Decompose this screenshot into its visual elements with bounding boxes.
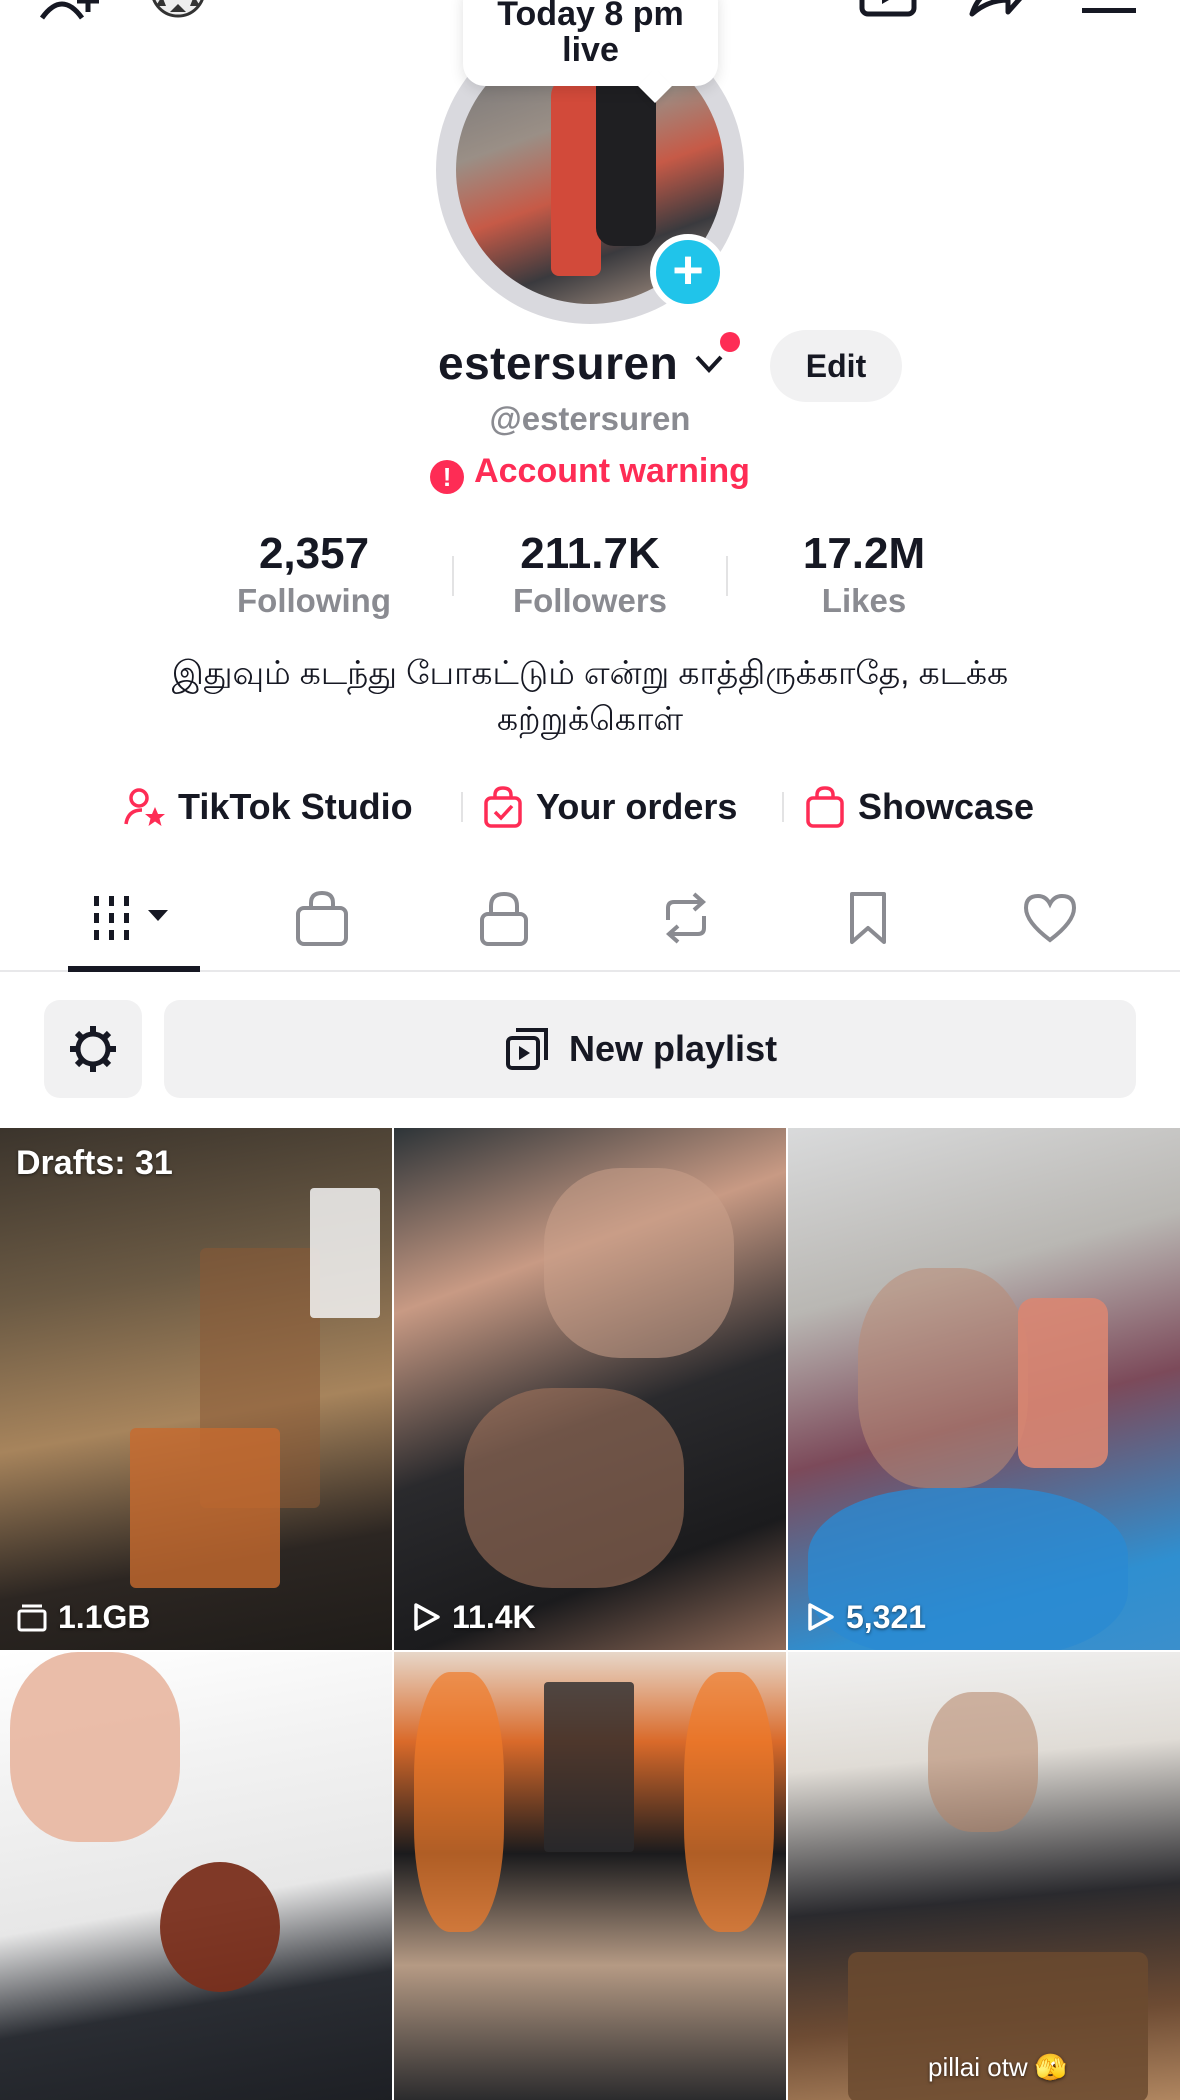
drafts-tile[interactable]: Drafts: 31 1.1GB <box>0 1128 392 1650</box>
bio-text[interactable]: இதுவும் கடந்து போகட்டும் என்று காத்திருக… <box>100 650 1080 742</box>
bag-icon <box>296 890 348 946</box>
video-tile[interactable] <box>394 1652 786 2100</box>
tiktok-studio-label: TikTok Studio <box>178 786 413 827</box>
likes-label: Likes <box>821 582 907 619</box>
video-caption-overlay: pillai otw 🫣 <box>928 2052 1068 2082</box>
live-bubble-line2: live <box>562 31 619 69</box>
lock-icon <box>480 891 528 946</box>
user-star-icon <box>124 788 165 826</box>
showcase-link[interactable]: Showcase <box>804 780 1094 834</box>
drafts-size-value: 1.1GB <box>58 1599 151 1635</box>
tab-shop[interactable] <box>252 880 382 972</box>
repost-icon <box>665 892 707 944</box>
account-warning-link[interactable]: ! Account warning <box>0 452 1180 494</box>
tiktok-studio-link[interactable]: TikTok Studio <box>124 780 444 834</box>
view-count-value: 5,321 <box>846 1599 927 1635</box>
bookmark-icon <box>850 892 886 944</box>
stat-likes[interactable]: 17.2M Likes <box>734 528 994 622</box>
shopping-bag-icon <box>806 786 844 828</box>
your-orders-link[interactable]: Your orders <box>482 780 782 834</box>
link-divider <box>461 792 463 822</box>
add-friend-icon[interactable] <box>39 0 100 20</box>
drafts-icon <box>17 1604 47 1632</box>
tab-reposts[interactable] <box>616 880 746 972</box>
shopping-bag-check-icon <box>484 786 522 828</box>
profile-links: TikTok Studio Your orders Showcase <box>0 780 1180 834</box>
warning-icon: ! <box>430 460 465 494</box>
following-count: 2,357 <box>258 529 370 578</box>
view-count: 5,321 <box>804 1599 926 1636</box>
video-tile[interactable] <box>0 1652 392 2100</box>
video-tile[interactable]: pillai otw 🫣 <box>788 1652 1180 2100</box>
soccer-ball-icon[interactable] <box>148 0 208 20</box>
playlist-icon <box>506 1028 548 1070</box>
grid-icon <box>94 896 168 940</box>
live-schedule-bubble[interactable]: Today 8 pm live <box>463 0 718 86</box>
video-tile[interactable]: 11.4K <box>394 1128 786 1650</box>
menu-icon[interactable] <box>1080 0 1140 20</box>
drafts-count: Drafts: 31 <box>16 1144 173 1182</box>
view-count: 11.4K <box>410 1599 536 1636</box>
name-row: estersuren Edit <box>0 330 1180 402</box>
followers-count: 211.7K <box>520 529 660 578</box>
tab-saved[interactable] <box>798 880 928 972</box>
showcase-label: Showcase <box>858 786 1035 827</box>
live-bubble-line1: Today 8 pm <box>497 0 684 33</box>
chevron-down-icon[interactable] <box>692 346 726 380</box>
studio-icon[interactable] <box>858 0 918 20</box>
drafts-size: 1.1GB <box>16 1599 150 1636</box>
gear-icon <box>70 1026 116 1072</box>
share-icon[interactable] <box>966 0 1026 20</box>
followers-label: Followers <box>512 582 668 619</box>
content-tabs <box>0 880 1180 972</box>
stat-divider <box>726 556 728 596</box>
your-orders-label: Your orders <box>536 786 738 827</box>
view-count-value: 11.4K <box>452 1599 536 1635</box>
profile-settings-button[interactable] <box>44 1000 142 1098</box>
active-tab-indicator <box>68 966 200 972</box>
play-icon <box>414 1603 440 1631</box>
edit-profile-button[interactable]: Edit <box>770 330 902 402</box>
tab-videos[interactable] <box>68 880 198 972</box>
new-playlist-button[interactable]: New playlist <box>164 1000 1136 1098</box>
likes-count: 17.2M <box>802 529 926 578</box>
stat-following[interactable]: 2,357 Following <box>184 528 444 622</box>
stat-followers[interactable]: 211.7K Followers <box>460 528 720 622</box>
add-story-plus-icon[interactable]: + <box>650 234 726 310</box>
link-divider <box>782 792 784 822</box>
video-tile[interactable]: 5,321 <box>788 1128 1180 1650</box>
tab-private[interactable] <box>434 880 564 972</box>
following-label: Following <box>237 582 391 619</box>
avatar-container[interactable]: + <box>436 16 744 324</box>
account-warning-text: Account warning <box>474 452 750 490</box>
profile-stats: 2,357 Following 211.7K Followers 17.2M L… <box>0 528 1180 628</box>
stat-divider <box>452 556 454 596</box>
notification-dot <box>720 332 740 352</box>
tab-liked[interactable] <box>980 880 1110 972</box>
display-name[interactable]: estersuren <box>438 330 678 396</box>
username-handle: @estersuren <box>489 400 691 437</box>
heart-icon <box>1023 893 1077 943</box>
play-icon <box>808 1603 834 1631</box>
new-playlist-label: New playlist <box>569 1028 778 1069</box>
video-grid: Drafts: 31 1.1GB 11.4K 5,321 pillai otw … <box>0 1128 1180 2100</box>
